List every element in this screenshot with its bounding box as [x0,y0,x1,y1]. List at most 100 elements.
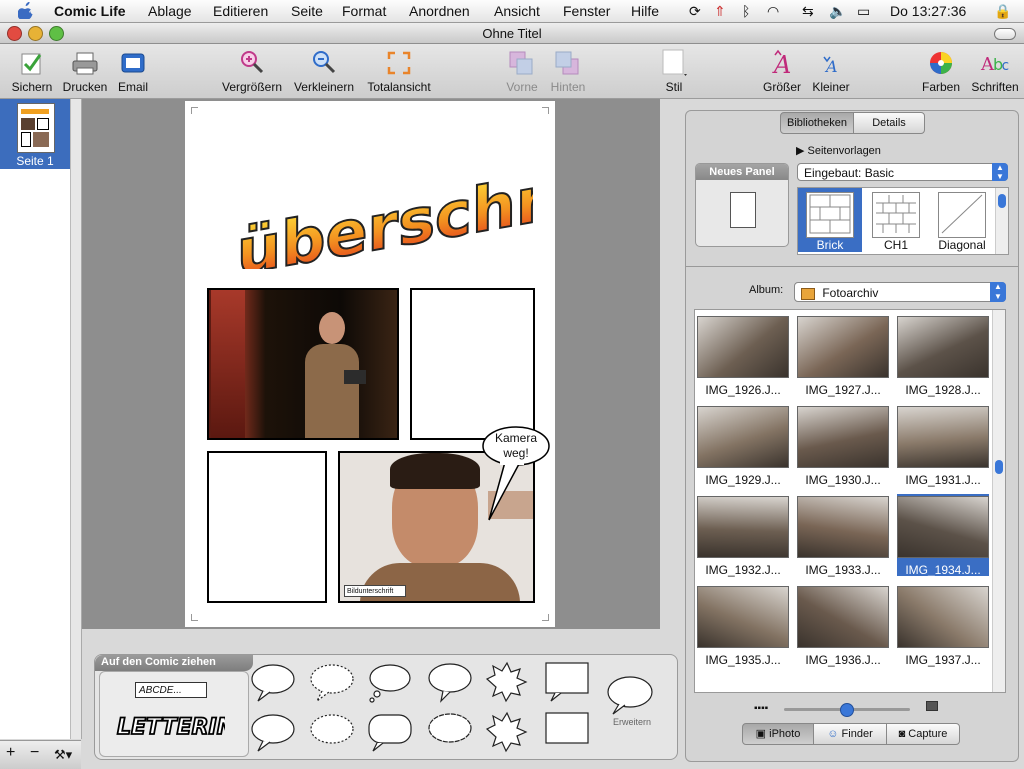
new-panel-icon [730,192,756,228]
font-bigger-button[interactable]: A Größer [762,48,802,94]
save-button[interactable]: Sichern [10,48,54,94]
bring-front-button[interactable]: Vorne [504,48,540,94]
template-list: Brick CH1 Diagonal [797,187,1009,255]
menu-seite[interactable]: Seite [291,3,323,19]
timemachine-icon[interactable]: ⇑ [714,3,726,20]
menu-ansicht[interactable]: Ansicht [494,3,540,19]
album-select[interactable]: Fotoarchiv ▲ ▼ [794,282,1006,302]
fit-view-button[interactable]: Totalansicht [366,48,432,94]
photo-thumbnail[interactable]: IMG_1932.J... [697,494,789,577]
photo-thumbnail[interactable]: IMG_1931.J... [897,404,989,487]
balloon-shape-burst[interactable] [485,661,528,703]
balloon-shape-rounded[interactable] [368,714,412,752]
send-back-button[interactable]: Hinten [548,48,588,94]
menu-editieren[interactable]: Editieren [213,3,268,19]
toolbar-toggle-button[interactable] [994,28,1016,40]
email-button[interactable]: Email [114,48,152,94]
source-finder-button[interactable]: ☺ Finder [813,723,887,745]
page-actions-gear-icon[interactable]: ⚒▾ [54,747,72,763]
zoom-in-button[interactable]: Vergrößern [221,48,283,94]
photo-browser-scrollbar[interactable] [992,310,1005,692]
menu-hilfe[interactable]: Hilfe [631,3,659,19]
balloon-shape-speech[interactable] [251,664,295,702]
template-set-select[interactable]: Eingebaut: Basic ▲ ▼ [797,163,1008,181]
remove-page-button[interactable]: − [30,744,39,762]
photo-thumbnail[interactable]: IMG_1928.J... [897,314,989,397]
slider-thumb[interactable] [840,703,854,717]
print-button[interactable]: Drucken [62,48,108,94]
photo-thumbnail[interactable]: IMG_1934.J... [897,494,989,577]
caption-box-sample[interactable]: ABCDE... [135,682,207,698]
zoom-out-button[interactable]: Verkleinern [292,48,356,94]
network-icon[interactable]: ⇆ [802,3,814,20]
template-diagonal-icon [938,192,986,238]
balloon-shape-burst-2[interactable] [485,711,528,753]
tab-bibliotheken[interactable]: Bibliotheken [780,112,854,134]
font-smaller-button[interactable]: A Kleiner [810,48,852,94]
colors-button[interactable]: Farben [921,48,961,94]
photo-thumbnail[interactable]: IMG_1937.J... [897,584,989,667]
lettering-tray-title: Auf den Comic ziehen [95,655,253,671]
photo-caption[interactable]: Bildunterschrift [344,585,406,597]
bluetooth-icon[interactable]: ᛒ [742,3,750,19]
volume-icon[interactable]: 🔈 [829,3,846,20]
photo-thumbnail[interactable]: IMG_1929.J... [697,404,789,487]
balloon-shape-speech-2[interactable] [251,714,295,752]
lettering-sample[interactable]: LETTERING [115,708,225,744]
photo-thumbnail[interactable]: IMG_1936.J... [797,584,889,667]
lettering-tray: Auf den Comic ziehen ABCDE... LETTERING … [94,654,678,760]
tab-details[interactable]: Details [853,112,925,134]
heading-lettering[interactable]: überschrift [233,139,533,269]
template-diagonal[interactable]: Diagonal [930,188,994,252]
menu-fenster[interactable]: Fenster [563,3,610,19]
battery-icon[interactable]: ▭ [857,3,870,20]
svg-text:LETTERING: LETTERING [117,715,225,740]
balloon-shape-whisper-2[interactable] [310,714,354,744]
menu-format[interactable]: Format [342,3,386,19]
sync-icon[interactable]: ⟳ [689,3,701,20]
style-button[interactable]: Stil [657,48,691,94]
window-titlebar[interactable]: Ohne Titel [0,23,1024,44]
source-capture-button[interactable]: ◙ Capture [886,723,960,745]
expand-button[interactable]: Erweitern [613,717,651,727]
menu-app-name[interactable]: Comic Life [54,3,126,19]
menu-ablage[interactable]: Ablage [148,3,192,19]
add-page-button[interactable]: + [6,744,15,762]
expand-balloon-icon[interactable] [607,676,653,715]
balloon-shape-oval[interactable] [428,663,472,703]
new-panel-box[interactable]: Neues Panel [695,163,789,247]
photo-thumbnail[interactable]: IMG_1935.J... [697,584,789,667]
balloon-shape-whisper[interactable] [310,664,354,702]
balloon-shape-thought[interactable] [369,664,411,703]
sidebar-splitter[interactable] [71,99,82,739]
comic-panel-photo-1[interactable] [207,288,399,440]
balloon-shape-cloud[interactable] [428,713,472,743]
menu-anordnen[interactable]: Anordnen [409,3,470,19]
thumbnail-size-slider[interactable] [784,703,910,717]
photo-image [697,406,789,468]
page-thumbnail-item[interactable]: Seite 1 [0,99,70,169]
photo-thumbnail[interactable]: IMG_1927.J... [797,314,889,397]
source-iphoto-button[interactable]: ▣ iPhoto [742,723,814,745]
comic-panel-empty-3[interactable] [207,451,327,603]
comic-canvas[interactable]: überschrift Bildunterschrift Kamera weg! [82,99,660,629]
photo-thumbnail[interactable]: IMG_1930.J... [797,404,889,487]
apple-icon[interactable] [17,1,33,22]
library-inspector: Bibliotheken Details ▶ Seitenvorlagen Ne… [685,110,1019,762]
comic-page[interactable]: überschrift Bildunterschrift Kamera weg! [185,101,555,627]
template-ch1[interactable]: CH1 [864,188,928,252]
comic-panel-empty-2[interactable] [410,288,535,440]
photo-thumbnail[interactable]: IMG_1933.J... [797,494,889,577]
templates-disclosure[interactable]: ▶ Seitenvorlagen [796,144,881,157]
balloon-shape-rectangle[interactable] [545,662,589,702]
photo-filename: IMG_1937.J... [905,653,981,667]
template-brick[interactable]: Brick [798,188,862,252]
wifi-icon[interactable]: ◠ [767,3,779,20]
magnifier-plus-icon [236,48,268,78]
lock-icon[interactable]: 🔒 [994,3,1011,20]
balloon-shape-rectangle-2[interactable] [545,712,589,744]
photo-thumbnail[interactable]: IMG_1926.J... [697,314,789,397]
template-list-scrollbar[interactable] [995,188,1008,254]
menubar-clock[interactable]: Do 13:27:36 [890,3,966,19]
fonts-button[interactable]: Abc Schriften [970,48,1020,94]
